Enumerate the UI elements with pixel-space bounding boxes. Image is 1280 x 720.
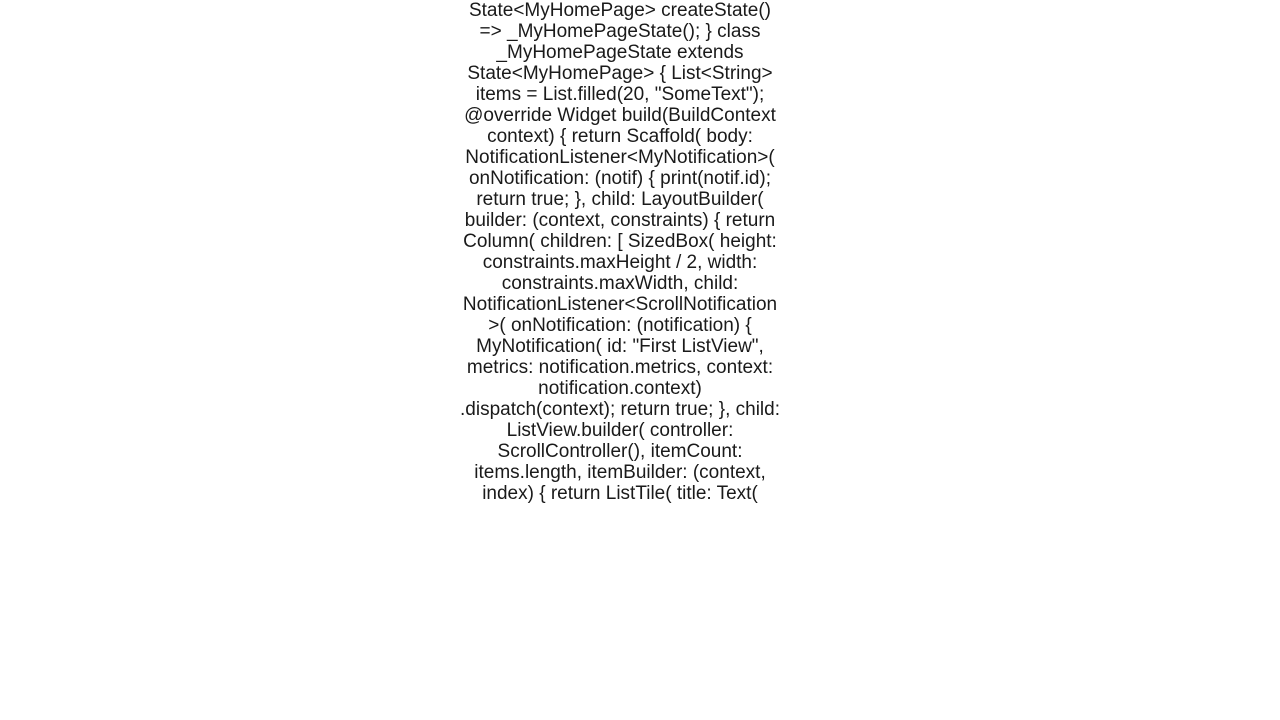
code-block: State<MyHomePage> createState() => _MyHo… xyxy=(460,0,780,504)
page: State<MyHomePage> createState() => _MyHo… xyxy=(0,0,1280,720)
